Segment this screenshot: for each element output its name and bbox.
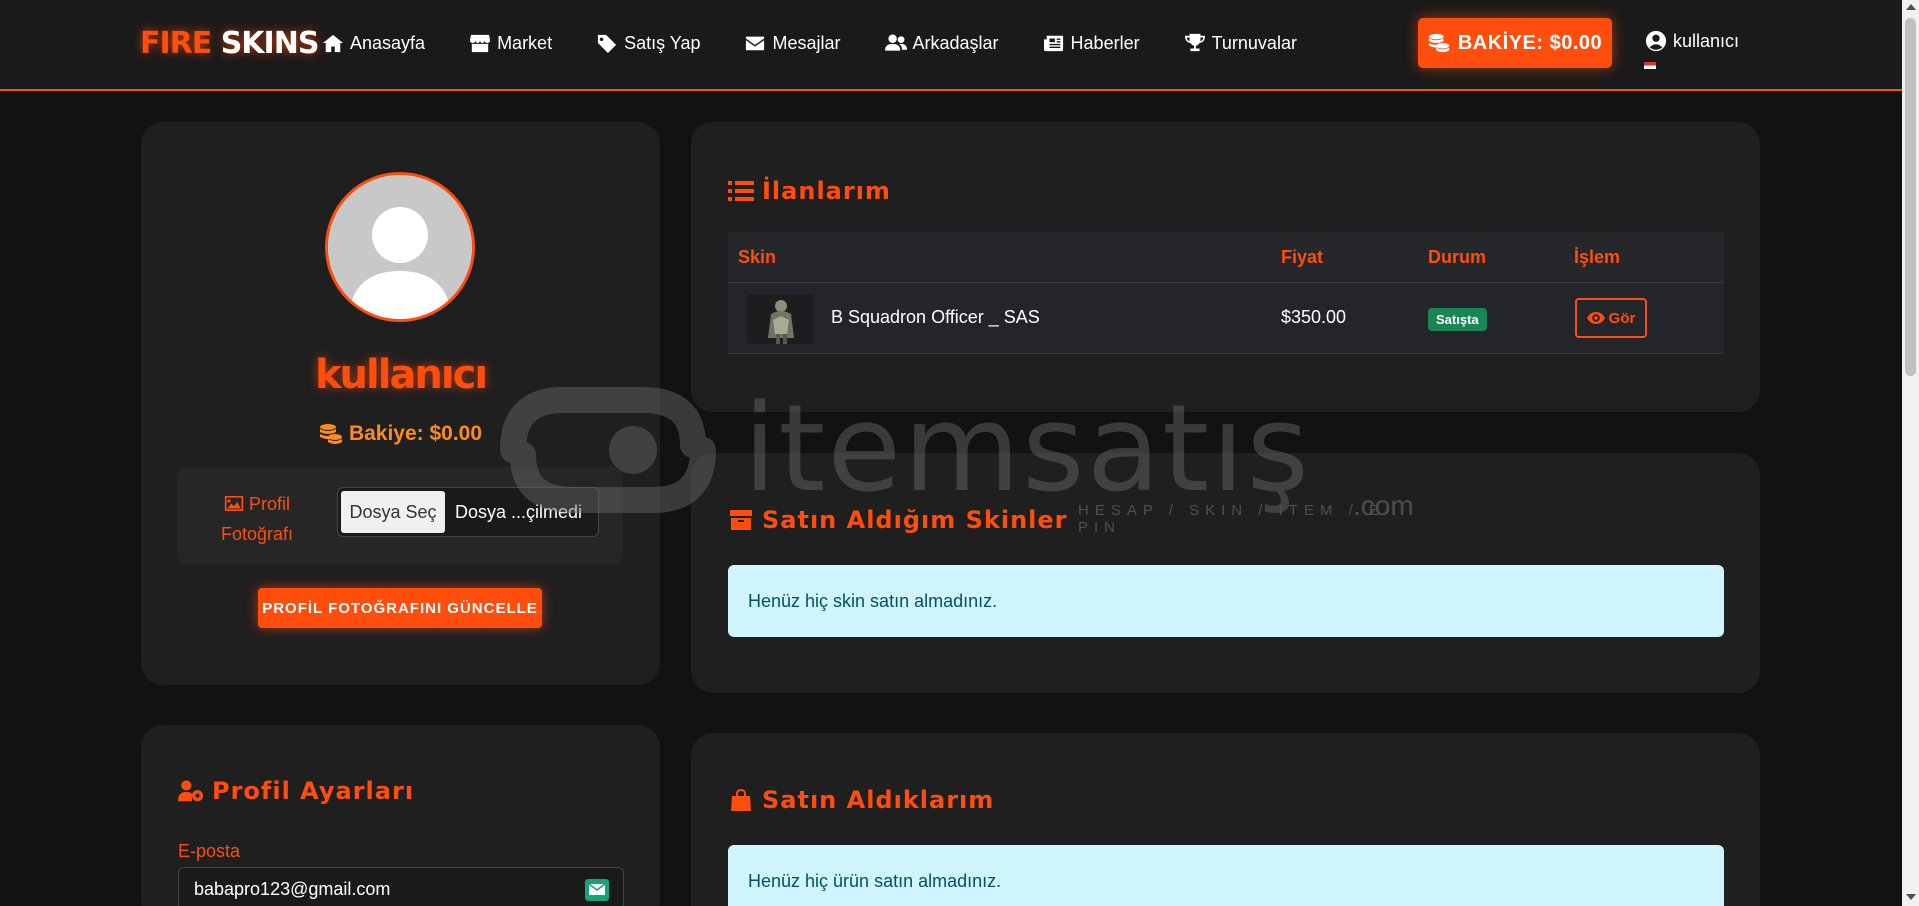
status-badge: Satışta — [1428, 308, 1487, 331]
default-user-avatar-icon — [328, 175, 472, 319]
mail-autofill-icon[interactable] — [585, 879, 609, 901]
photo-label-line1: Profil — [249, 494, 291, 514]
skin-thumbnail — [747, 294, 814, 344]
listing-skin-name: B Squadron Officer _ SAS — [831, 307, 1040, 327]
users-icon — [884, 34, 907, 51]
profile-photo-upload: Profil Fotoğrafı Dosya Seç Dosya ...çilm… — [177, 467, 623, 565]
purchased-skins-title-text: Satın Aldığım Skinler — [762, 506, 1068, 534]
agent-skin-image-icon — [747, 294, 814, 344]
nav-label: Arkadaşlar — [912, 32, 999, 53]
nav-label: Market — [497, 32, 553, 53]
view-button-label: Gör — [1608, 309, 1636, 327]
newspaper-icon — [1043, 35, 1063, 52]
nav-item-anasayfa[interactable]: Anasayfa — [322, 30, 425, 56]
scroll-up-arrow-icon[interactable] — [1906, 4, 1916, 10]
nav-links: Anasayfa Market Satış Yap Mesajlar Arkad… — [322, 30, 1341, 56]
listings-title-text: İlanlarım — [762, 177, 891, 205]
balance-label: BAKİYE: $0.00 — [1457, 31, 1603, 54]
email-value: babapro123@gmail.com — [194, 878, 391, 899]
balance-button[interactable]: BAKİYE: $0.00 — [1418, 18, 1612, 68]
listings-table: Skin Fiyat Durum İşlem B Squadron Office… — [728, 232, 1724, 354]
nav-label: Turnuvalar — [1211, 32, 1297, 53]
purchases-title: Satın Aldıklarım — [728, 786, 994, 814]
email-field[interactable]: babapro123@gmail.com — [178, 867, 624, 906]
column-header-status: Durum — [1428, 246, 1486, 267]
top-navbar: FIRE SKINS Anasayfa Market Satış Yap Mes… — [0, 0, 1902, 91]
coins-icon — [319, 424, 342, 444]
update-profile-photo-button[interactable]: PROFİL FOTOĞRAFINI GÜNCELLE — [258, 588, 542, 628]
tag-icon — [597, 34, 617, 53]
view-listing-button[interactable]: Gör — [1575, 298, 1647, 338]
box-icon — [730, 510, 752, 530]
settings-title-text: Profil Ayarları — [212, 777, 415, 805]
table-row: B Squadron Officer _ SAS $350.00 Satışta… — [728, 283, 1724, 354]
photo-label-line2: Fotoğrafı — [220, 524, 294, 544]
list-icon — [728, 181, 754, 201]
listing-price: $350.00 — [1281, 307, 1347, 327]
user-gear-icon — [178, 780, 204, 802]
nav-item-satis-yap[interactable]: Satış Yap — [596, 30, 700, 56]
column-header-action: İşlem — [1574, 246, 1621, 267]
file-status-text: Dosya ...çilmedi — [455, 501, 583, 522]
profile-username: kullanıcı — [314, 352, 488, 398]
envelope-icon — [588, 883, 606, 895]
shopping-bag-icon — [731, 789, 751, 811]
profile-balance: Bakiye: $0.00 — [141, 422, 660, 446]
column-header-skin: Skin — [738, 246, 777, 267]
table-header: Skin Fiyat Durum İşlem — [728, 232, 1724, 283]
coins-icon — [1428, 33, 1449, 53]
scrollbar-thumb[interactable] — [1905, 18, 1916, 376]
listings-title: İlanlarım — [728, 177, 891, 205]
nav-label: Satış Yap — [624, 32, 701, 53]
settings-title: Profil Ayarları — [178, 777, 414, 805]
choose-file-button[interactable]: Dosya Seç — [341, 491, 445, 533]
eye-icon — [1586, 312, 1605, 324]
brand-part-fire: FIRE — [140, 26, 212, 61]
nav-item-turnuvalar[interactable]: Turnuvalar — [1184, 30, 1297, 56]
store-icon — [470, 34, 491, 53]
empty-skins-alert: Henüz hiç skin satın almadınız. — [728, 565, 1724, 637]
email-label: E-posta — [178, 841, 241, 861]
nav-label: Mesajlar — [772, 32, 841, 53]
nav-item-mesajlar[interactable]: Mesajlar — [744, 30, 841, 56]
scroll-down-arrow-icon[interactable] — [1906, 894, 1916, 900]
purchases-card: Satın Aldıklarım Henüz hiç ürün satın al… — [691, 733, 1760, 906]
user-menu-name: kullanıcı — [1673, 30, 1740, 51]
profile-card: kullanıcı Bakiye: $0.00 Profil Fotoğrafı… — [141, 122, 660, 685]
user-circle-icon — [1645, 30, 1667, 52]
user-menu[interactable]: kullanıcı — [1645, 30, 1739, 52]
nav-item-haberler[interactable]: Haberler — [1043, 30, 1140, 56]
empty-purchases-alert: Henüz hiç ürün satın almadınız. — [728, 845, 1724, 906]
nav-item-arkadaslar[interactable]: Arkadaşlar — [884, 30, 999, 56]
purchased-skins-card: Satın Aldığım Skinler Henüz hiç skin sat… — [691, 453, 1760, 693]
nav-item-market[interactable]: Market — [469, 30, 552, 56]
nav-label: Anasayfa — [350, 32, 426, 53]
home-icon — [323, 34, 343, 53]
nav-label: Haberler — [1070, 32, 1140, 53]
purchases-title-text: Satın Aldıklarım — [762, 786, 995, 814]
image-icon — [224, 496, 244, 511]
profile-photo-label: Profil Fotoğrafı — [212, 489, 302, 549]
column-header-price: Fiyat — [1281, 246, 1324, 267]
profile-settings-card: Profil Ayarları E-posta babapro123@gmail… — [141, 725, 660, 906]
page-scrollbar[interactable] — [1902, 0, 1919, 906]
language-flag-icon[interactable] — [1644, 62, 1656, 69]
file-input[interactable]: Dosya Seç Dosya ...çilmedi — [337, 487, 599, 537]
trophy-icon — [1184, 33, 1205, 52]
purchased-skins-title: Satın Aldığım Skinler — [728, 506, 1068, 534]
brand-logo[interactable]: FIRE SKINS — [140, 26, 320, 61]
avatar — [325, 172, 475, 322]
my-listings-card: İlanlarım Skin Fiyat Durum İşlem B Squad… — [691, 122, 1760, 412]
profile-balance-text: Bakiye: $0.00 — [348, 422, 483, 445]
brand-part-skins: SKINS — [220, 26, 320, 61]
envelope-icon — [746, 36, 765, 51]
